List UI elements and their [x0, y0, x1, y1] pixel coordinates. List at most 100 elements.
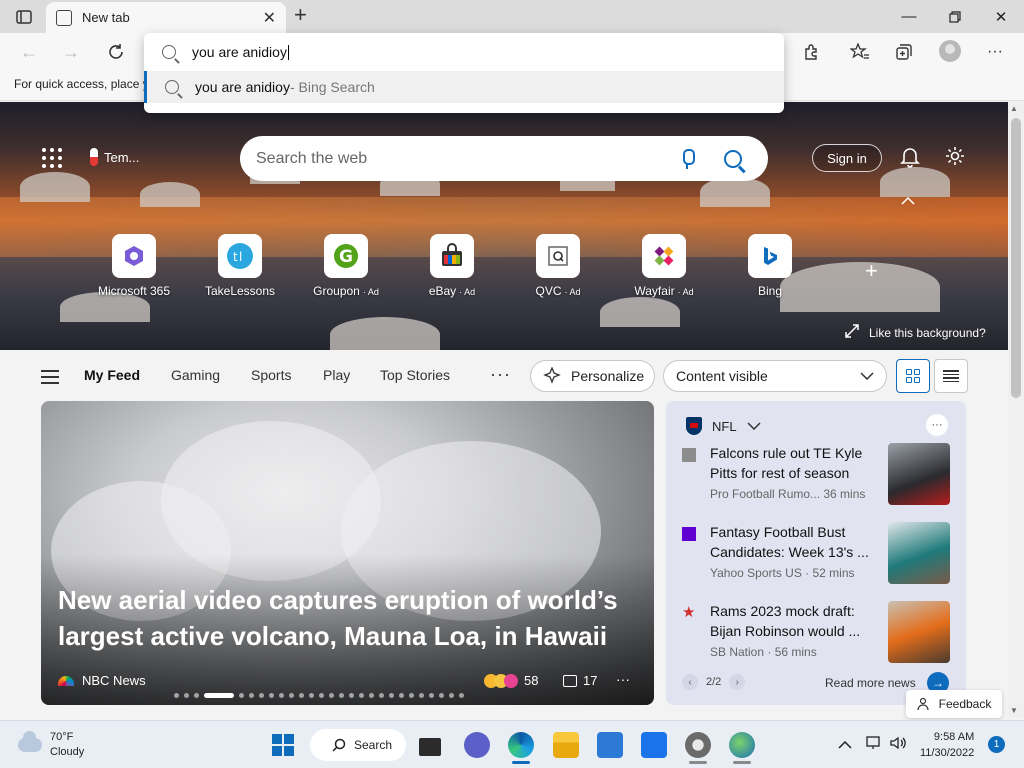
- carousel-dot[interactable]: [389, 693, 394, 698]
- show-hidden-icons-chevron-up-icon[interactable]: [838, 736, 852, 752]
- more-tabs-icon[interactable]: ···: [490, 364, 511, 385]
- carousel-dot[interactable]: [369, 693, 374, 698]
- carousel-dot[interactable]: [309, 693, 314, 698]
- read-more-news-link[interactable]: Read more news: [825, 676, 916, 690]
- profile-avatar[interactable]: [939, 40, 961, 62]
- next-page-chevron-icon[interactable]: ›: [729, 674, 746, 690]
- suggestion-bing-search[interactable]: you are anidioy - Bing Search: [144, 71, 784, 103]
- carousel-dot[interactable]: [439, 693, 444, 698]
- tab-actions-icon[interactable]: [10, 6, 38, 28]
- tab-sports[interactable]: Sports: [251, 367, 291, 383]
- content-visibility-dropdown[interactable]: Content visible: [663, 360, 887, 392]
- tab-play[interactable]: Play: [323, 367, 350, 383]
- tab-gaming[interactable]: Gaming: [171, 367, 220, 383]
- comments-button[interactable]: 17: [563, 673, 597, 688]
- extensions-icon[interactable]: [800, 41, 822, 63]
- teams-chat-icon[interactable]: [464, 732, 490, 758]
- volume-icon[interactable]: [890, 736, 908, 753]
- taskbar-clock[interactable]: 9:58 AM 11/30/2022: [920, 729, 974, 761]
- hamburger-menu-icon[interactable]: [41, 370, 59, 384]
- carousel-dot[interactable]: [329, 693, 334, 698]
- previous-page-chevron-icon[interactable]: ‹: [682, 674, 698, 690]
- quick-link-ebay[interactable]: eBay · Ad: [402, 234, 502, 298]
- notifications-bell-icon[interactable]: [900, 146, 920, 174]
- favorites-icon[interactable]: [849, 41, 871, 63]
- scrollbar-thumb[interactable]: [1011, 118, 1021, 398]
- taskbar-weather-widget[interactable]: 70°F Cloudy: [18, 730, 84, 760]
- web-search-box[interactable]: Search the web: [240, 136, 768, 181]
- carousel-dot-active[interactable]: [204, 693, 234, 698]
- story-source[interactable]: NBC News: [58, 673, 146, 688]
- collapse-chevron-up-icon[interactable]: [901, 192, 915, 208]
- carousel-dot[interactable]: [399, 693, 404, 698]
- carousel-dot[interactable]: [459, 693, 464, 698]
- quick-link-groupon[interactable]: G Groupon · Ad: [296, 234, 396, 298]
- tab-new-tab[interactable]: New tab ✕: [46, 2, 286, 33]
- carousel-dot[interactable]: [299, 693, 304, 698]
- main-story-headline[interactable]: New aerial video captures eruption of wo…: [58, 582, 648, 654]
- microsoft-store-icon[interactable]: [597, 732, 623, 758]
- carousel-dot[interactable]: [379, 693, 384, 698]
- new-tab-button[interactable]: +: [294, 4, 307, 26]
- personalize-button[interactable]: Personalize: [530, 360, 655, 392]
- restore-button[interactable]: [932, 0, 978, 33]
- quick-link-microsoft-365[interactable]: Microsoft 365: [84, 234, 184, 298]
- carousel-dot[interactable]: [319, 693, 324, 698]
- quick-link-takelessons[interactable]: tl TakeLessons: [190, 234, 290, 298]
- nfl-story-3[interactable]: ★ Rams 2023 mock draft: Bijan Robinson w…: [682, 601, 952, 665]
- add-quick-link-plus-icon[interactable]: +: [865, 258, 878, 284]
- task-view-icon[interactable]: [419, 738, 441, 756]
- carousel-dot[interactable]: [359, 693, 364, 698]
- nfl-story-1[interactable]: Falcons rule out TE Kyle Pitts for rest …: [682, 443, 952, 507]
- address-input[interactable]: you are anidioy: [144, 33, 784, 71]
- minimize-button[interactable]: —: [886, 0, 932, 33]
- refresh-button[interactable]: [103, 40, 129, 64]
- carousel-dot[interactable]: [184, 693, 189, 698]
- microphone-icon[interactable]: [680, 148, 695, 169]
- nfl-more-options-icon[interactable]: ···: [926, 414, 948, 436]
- story-more-options-icon[interactable]: ···: [616, 671, 630, 687]
- carousel-dot[interactable]: [279, 693, 284, 698]
- back-button[interactable]: ←: [16, 40, 42, 64]
- nfl-topic-dropdown[interactable]: NFL: [686, 417, 761, 435]
- carousel-dot[interactable]: [289, 693, 294, 698]
- tab-top-stories[interactable]: Top Stories: [380, 367, 450, 383]
- windows-start-icon[interactable]: [272, 734, 294, 756]
- carousel-dot[interactable]: [419, 693, 424, 698]
- carousel-dot[interactable]: [339, 693, 344, 698]
- carousel-dot[interactable]: [249, 693, 254, 698]
- scroll-up-arrow-icon[interactable]: ▲: [1010, 104, 1018, 113]
- carousel-dot[interactable]: [174, 693, 179, 698]
- settings-more-icon[interactable]: ···: [984, 41, 1006, 63]
- quick-link-wayfair[interactable]: Wayfair · Ad: [614, 234, 714, 298]
- feedback-button[interactable]: Feedback: [906, 690, 1002, 718]
- quick-link-qvc[interactable]: QVC · Ad: [508, 234, 608, 298]
- carousel-dot[interactable]: [429, 693, 434, 698]
- close-window-button[interactable]: ✕: [978, 0, 1024, 33]
- carousel-dot[interactable]: [449, 693, 454, 698]
- grid-view-button[interactable]: [896, 359, 930, 393]
- forward-button[interactable]: →: [58, 40, 84, 64]
- taskbar-search-button[interactable]: Search: [310, 729, 406, 761]
- settings-gear-icon[interactable]: [685, 732, 711, 758]
- notification-badge[interactable]: 1: [988, 736, 1005, 753]
- carousel-dot[interactable]: [349, 693, 354, 698]
- collections-icon[interactable]: [893, 41, 915, 63]
- reactions-button[interactable]: 58: [484, 673, 538, 688]
- sign-in-button[interactable]: Sign in: [812, 144, 882, 172]
- mail-icon[interactable]: [641, 732, 667, 758]
- like-background-link[interactable]: Like this background?: [845, 324, 986, 341]
- list-view-button[interactable]: [934, 359, 968, 393]
- carousel-dot[interactable]: [194, 693, 199, 698]
- close-tab-icon[interactable]: ✕: [263, 8, 276, 28]
- edge-browser-icon[interactable]: [508, 732, 534, 758]
- network-icon[interactable]: [866, 736, 882, 753]
- page-settings-gear-icon[interactable]: [944, 145, 966, 173]
- nfl-story-2[interactable]: Fantasy Football Bust Candidates: Week 1…: [682, 522, 952, 586]
- carousel-dot[interactable]: [259, 693, 264, 698]
- app-launcher-icon[interactable]: [42, 148, 62, 168]
- main-story-card[interactable]: [41, 401, 654, 705]
- scroll-down-arrow-icon[interactable]: ▼: [1010, 706, 1018, 715]
- carousel-dot[interactable]: [239, 693, 244, 698]
- weather-widget[interactable]: Tem...: [90, 148, 139, 166]
